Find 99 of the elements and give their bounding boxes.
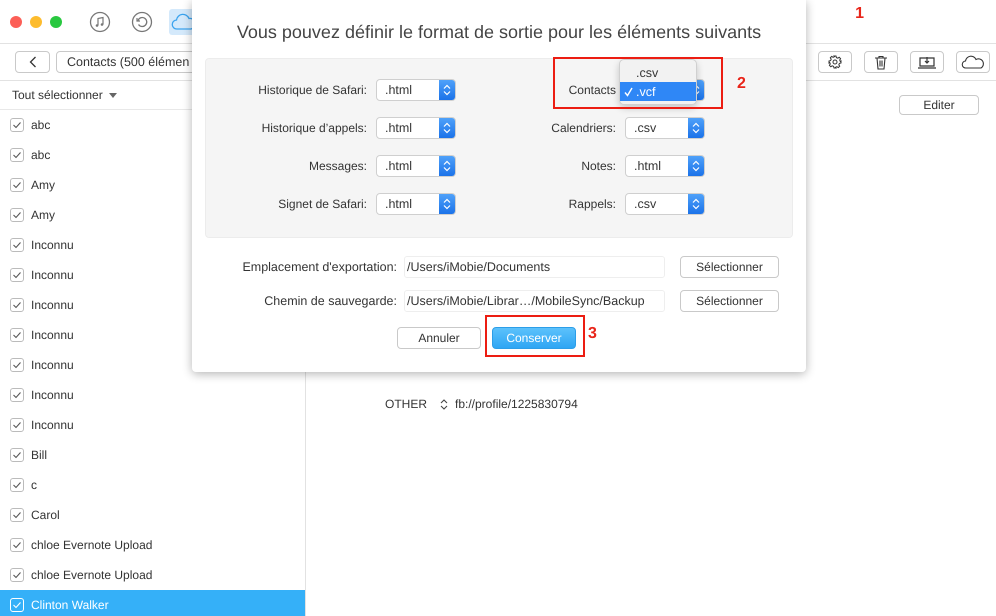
browse-button[interactable]: Sélectionner — [680, 290, 779, 312]
format-label: Notes: — [581, 159, 616, 173]
settings-icon — [828, 55, 842, 69]
step-number: 1 — [855, 5, 864, 23]
checkmark-icon — [624, 86, 632, 96]
checkmark-icon — [12, 421, 22, 429]
checkmark-icon — [12, 481, 22, 489]
contact-item[interactable]: Amy — [0, 170, 305, 200]
contact-item[interactable]: abc — [0, 140, 305, 170]
contact-item[interactable]: Inconnu — [0, 410, 305, 440]
checkmark-icon — [12, 211, 22, 219]
browse-button[interactable]: Sélectionner — [680, 256, 779, 278]
checkmark-icon — [12, 571, 22, 579]
back-chevron-icon — [28, 56, 36, 68]
stepper-icon — [443, 198, 451, 210]
export-button[interactable] — [910, 51, 944, 73]
stepper-icon — [443, 122, 451, 134]
checkmark-icon — [12, 151, 22, 159]
checkbox[interactable] — [10, 418, 24, 432]
zoom-dot[interactable] — [50, 16, 62, 28]
checkbox[interactable] — [10, 358, 24, 372]
dialog-title: Vous pouvez définir le format de sortie pour les éléments suivants — [236, 22, 762, 44]
stepper-icon[interactable] — [439, 398, 449, 410]
checkbox[interactable] — [10, 208, 24, 222]
checkbox[interactable] — [10, 388, 24, 402]
checkbox[interactable] — [10, 538, 24, 552]
format-label: Contacts — [568, 83, 616, 97]
checkmark-icon — [12, 121, 22, 129]
path-label: Emplacement d'exportation: — [241, 260, 397, 274]
field-value: fb://profile/1225830794 — [455, 397, 578, 411]
checkbox[interactable] — [10, 238, 24, 252]
checkbox[interactable] — [10, 478, 24, 492]
checkmark-icon — [12, 511, 22, 519]
step-number: 2 — [737, 75, 746, 93]
format-select[interactable]: .html — [625, 155, 705, 177]
stepper-icon — [692, 198, 700, 210]
format-label: Signet de Safari: — [278, 197, 367, 211]
checkmark-icon — [12, 181, 22, 189]
checkmark-icon — [12, 601, 22, 609]
checkbox[interactable] — [10, 118, 24, 132]
menu-option[interactable]: .vcf — [620, 82, 696, 101]
contact-item[interactable]: Inconnu — [0, 350, 305, 380]
checkbox[interactable] — [10, 268, 24, 282]
checkmark-icon — [12, 451, 22, 459]
checkmark-icon — [12, 241, 22, 249]
checkbox[interactable] — [10, 328, 24, 342]
format-label: Messages: — [308, 159, 367, 173]
format-select[interactable]: .csv — [625, 117, 705, 139]
stepper-icon — [692, 160, 700, 172]
step-number: 3 — [588, 325, 597, 343]
contact-item[interactable]: c — [0, 470, 305, 500]
checkbox[interactable] — [10, 178, 24, 192]
contact-item[interactable]: chloe Evernote Upload — [0, 530, 305, 560]
format-select[interactable]: .html — [376, 79, 456, 101]
format-label: Historique de Safari: — [258, 83, 367, 97]
edit-button[interactable]: Editer — [899, 95, 979, 115]
checkmark-icon — [12, 361, 22, 369]
format-label: Calendriers: — [551, 121, 616, 135]
delete-button[interactable] — [864, 51, 898, 73]
checkbox[interactable] — [10, 298, 24, 312]
checkbox[interactable] — [10, 148, 24, 162]
contact-item[interactable]: Inconnu — [0, 320, 305, 350]
cloud-icon — [961, 55, 985, 69]
checkbox[interactable] — [10, 568, 24, 582]
stepper-icon — [692, 122, 700, 134]
select-all-dropdown[interactable]: Tout sélectionner — [12, 88, 103, 102]
trash-icon — [874, 54, 888, 70]
format-label: Historique d’appels: — [262, 121, 367, 135]
cancel-button[interactable]: Annuler — [397, 327, 481, 349]
settings-button[interactable] — [818, 51, 852, 73]
format-select[interactable]: .html — [376, 193, 456, 215]
checkmark-icon — [12, 391, 22, 399]
caret-icon — [108, 92, 117, 98]
path-field[interactable]: /Users/iMobie/Librar…/MobileSync/Backup — [404, 290, 665, 312]
checkmark-icon — [12, 271, 22, 279]
format-select[interactable]: .html — [376, 155, 456, 177]
format-select[interactable]: .html — [376, 117, 456, 139]
stepper-icon — [443, 84, 451, 96]
cloud-button[interactable] — [956, 51, 990, 73]
contact-item[interactable]: Bill — [0, 440, 305, 470]
checkbox[interactable] — [10, 508, 24, 522]
checkmark-icon — [12, 301, 22, 309]
format-select[interactable]: .csv — [625, 193, 705, 215]
menu-option[interactable]: .csv — [620, 63, 696, 82]
contact-item[interactable]: Inconnu — [0, 230, 305, 260]
checkbox[interactable] — [10, 448, 24, 462]
field-label: OTHER — [385, 397, 427, 411]
minimize-dot[interactable] — [30, 16, 42, 28]
close-dot[interactable] — [10, 16, 22, 28]
laptop-download-icon — [917, 55, 937, 69]
format-label: Rappels: — [568, 197, 616, 211]
contact-item[interactable]: chloe Evernote Upload — [0, 560, 305, 590]
stepper-icon — [443, 160, 451, 172]
path-label: Chemin de sauvegarde: — [263, 294, 397, 308]
path-field[interactable]: /Users/iMobie/Documents — [404, 256, 665, 278]
contact-item[interactable]: Inconnu — [0, 380, 305, 410]
contact-item[interactable]: Carol — [0, 500, 305, 530]
checkmark-icon — [12, 331, 22, 339]
checkmark-icon — [12, 541, 22, 549]
